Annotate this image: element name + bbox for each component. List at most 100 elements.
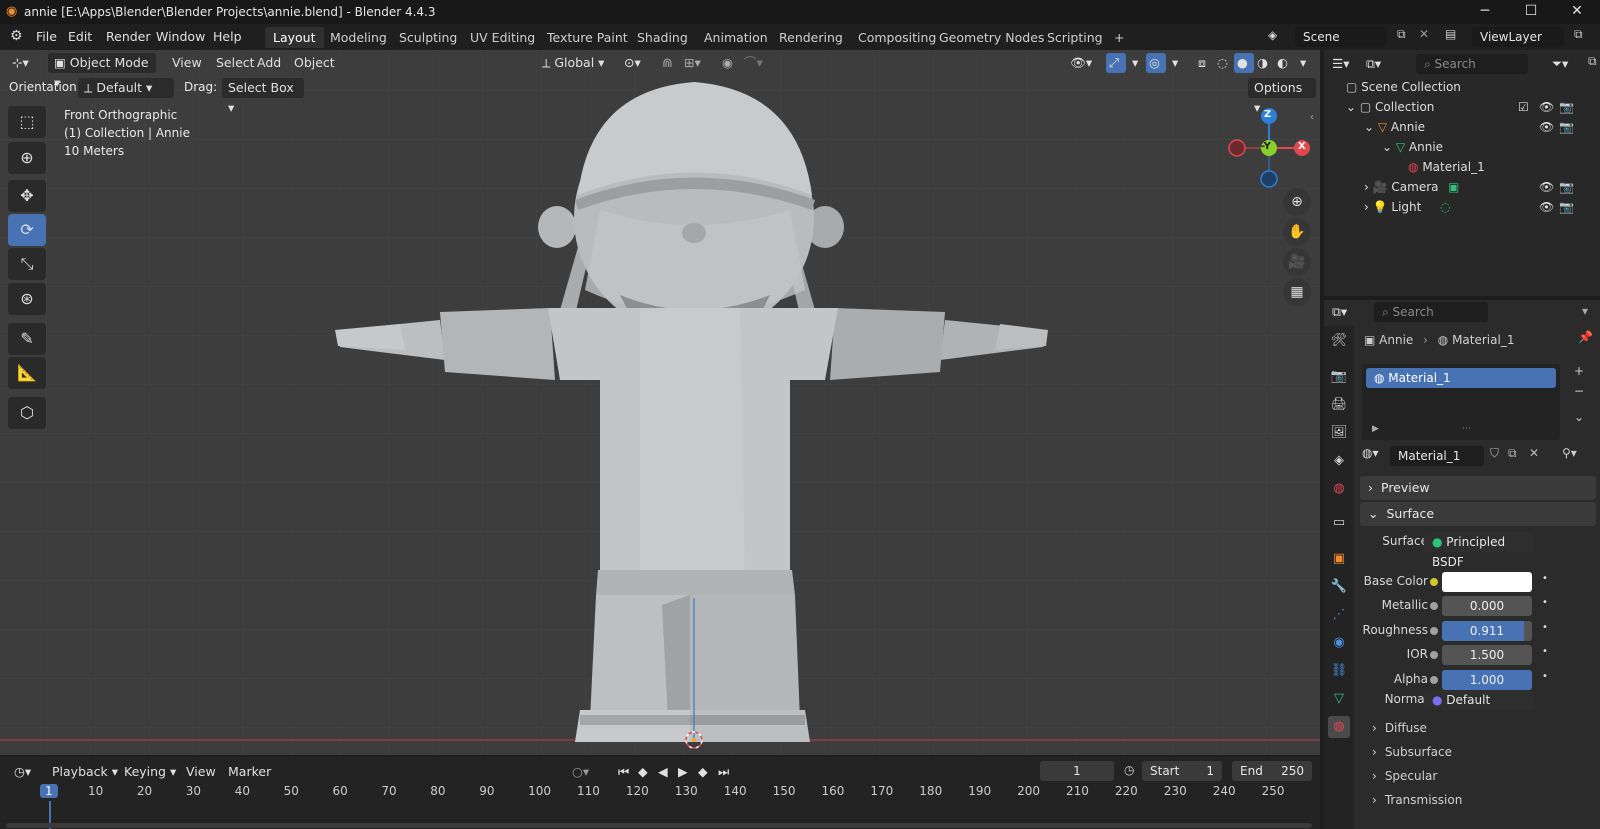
tab-modeling[interactable]: Modeling (322, 27, 395, 48)
visibility-eye-icon[interactable]: 👁 (1539, 117, 1554, 137)
outliner-row-light[interactable]: › 💡 Light ◌ 👁 📷 (1346, 197, 1596, 217)
scene-name-field[interactable]: Scene (1295, 27, 1387, 47)
tab-rendering[interactable]: Rendering (771, 27, 851, 48)
scale-tool[interactable]: ⤡ (8, 248, 46, 280)
pivot-point-icon[interactable]: ⊙▾ (618, 53, 647, 73)
specular-panel-header[interactable]: › Specular (1364, 764, 1437, 788)
material-name-field[interactable]: Material_1 (1390, 446, 1484, 466)
transform-tool[interactable]: ⊛ (8, 283, 46, 315)
new-collection-icon[interactable]: ⧉ (1588, 54, 1597, 69)
perspective-toggle-icon[interactable]: ▦ (1283, 278, 1311, 306)
surface-panel-header[interactable]: ⌄ Surface (1360, 502, 1596, 526)
ior-field[interactable]: 1.500 (1442, 645, 1532, 665)
render-tab-icon[interactable]: 📷 (1328, 366, 1350, 388)
light-data-icon[interactable]: ◌ (1440, 197, 1450, 217)
tab-layout[interactable]: Layout (265, 27, 324, 48)
material-slot-item[interactable]: ◍ Material_1 (1366, 368, 1556, 388)
snap-target-icon[interactable]: ⊞▾ (678, 53, 707, 73)
outliner-row-scene-collection[interactable]: ▢ Scene Collection (1346, 77, 1461, 97)
object-tab-icon[interactable]: ▣ (1328, 548, 1350, 570)
visibility-eye-icon[interactable]: 👁 (1539, 97, 1554, 117)
properties-search-input[interactable]: ⌕ Search (1374, 302, 1488, 322)
scene-tab-icon[interactable]: ◈ (1328, 450, 1350, 472)
viewport-menu-add[interactable]: Add (251, 53, 287, 73)
transform-orientation-dropdown[interactable]: ⟂ Global ▾ (536, 53, 610, 73)
visibility-eye-icon[interactable]: 👁 (1539, 197, 1554, 217)
outliner-row-annie-mesh[interactable]: ⌄ ▽ Annie (1346, 137, 1443, 157)
roughness-keyframe-icon[interactable]: • (1542, 622, 1548, 633)
preview-range-clock-icon[interactable]: ◷ (1124, 763, 1134, 777)
preview-panel-header[interactable]: › Preview (1360, 476, 1596, 500)
new-viewlayer-icon[interactable]: ⧉ (1574, 27, 1583, 42)
shading-solid-icon[interactable]: ● (1234, 53, 1254, 73)
tab-uv-editing[interactable]: UV Editing (462, 27, 543, 48)
orientation-dropdown[interactable]: ⟂ Default ▾ (78, 78, 174, 98)
outliner-editor-type-icon[interactable]: ☰▾ (1326, 54, 1355, 74)
blender-menu-icon[interactable]: ⚙ (10, 28, 23, 44)
current-frame-field[interactable]: 1 (1040, 761, 1114, 781)
properties-editor-type-icon[interactable]: ⧉▾ (1326, 302, 1353, 322)
alpha-keyframe-icon[interactable]: • (1542, 671, 1548, 682)
tab-sculpting[interactable]: Sculpting (391, 27, 465, 48)
timeline-menu-marker[interactable]: Marker (222, 762, 277, 782)
unlink-material-icon[interactable]: ✕ (1529, 446, 1539, 460)
link-type-icon[interactable]: ⚲▾ (1562, 446, 1577, 460)
slot-specials-icon[interactable]: ⌄ (1574, 410, 1584, 424)
browse-material-icon[interactable]: ◍▾ (1362, 446, 1379, 460)
object-mode-dropdown[interactable]: ▣ Object Mode ▾ (48, 53, 156, 90)
gizmo-toggle-icon[interactable]: ⤢ (1106, 53, 1126, 73)
base-color-keyframe-icon[interactable]: • (1542, 573, 1548, 584)
transmission-panel-header[interactable]: › Transmission (1364, 788, 1462, 812)
playhead-frame-label[interactable]: 1 (40, 784, 58, 798)
expand-chevron-icon[interactable]: › (1346, 180, 1373, 194)
remove-scene-icon[interactable]: ✕ (1419, 27, 1429, 41)
shading-wireframe-icon[interactable]: ◌ (1214, 53, 1234, 73)
outliner-row-material[interactable]: ◍ Material_1 (1346, 157, 1485, 177)
render-camera-icon[interactable]: 📷 (1559, 197, 1574, 217)
viewlayer-icon[interactable]: ▤ (1445, 27, 1456, 41)
tab-texture-paint[interactable]: Texture Paint (539, 27, 636, 48)
close-button[interactable]: ✕ (1554, 0, 1600, 24)
menu-help[interactable]: Help (207, 28, 248, 46)
tab-scripting[interactable]: Scripting (1039, 27, 1111, 48)
options-dropdown[interactable]: Options ▾ (1248, 78, 1316, 115)
render-camera-icon[interactable]: 📷 (1559, 117, 1574, 137)
shading-rendered-icon[interactable]: ◐ (1274, 53, 1294, 73)
minimize-button[interactable]: ─ (1462, 0, 1508, 24)
filter-icon[interactable]: ⏷▾ (1546, 54, 1574, 74)
add-cube-tool[interactable]: ⬡ (8, 397, 46, 429)
diffuse-panel-header[interactable]: › Diffuse (1364, 716, 1427, 740)
surface-shader-field[interactable]: ● Principled BSDF (1424, 532, 1534, 569)
annotate-tool[interactable]: ✎ (8, 323, 46, 355)
viewlayer-name-field[interactable]: ViewLayer (1472, 27, 1564, 47)
tab-geometry-nodes[interactable]: Geometry Nodes (931, 27, 1052, 48)
outliner-row-camera[interactable]: › 🎥 Camera ▣ 👁 📷 (1346, 177, 1596, 197)
visibility-icon[interactable]: 👁▾ (1064, 53, 1098, 73)
outliner-search-input[interactable]: ⌕ Search (1416, 54, 1528, 74)
new-scene-icon[interactable]: ⧉ (1397, 27, 1406, 42)
base-color-field[interactable] (1442, 572, 1532, 592)
expand-chevron-icon[interactable]: ⌄ (1346, 100, 1360, 114)
menu-window[interactable]: Window (150, 28, 211, 46)
rotate-tool[interactable]: ⟳ (8, 214, 46, 246)
zoom-icon[interactable]: ⊕ (1283, 188, 1311, 216)
menu-file[interactable]: File (30, 28, 63, 46)
jump-keyframe-back-icon[interactable]: ◆ (632, 762, 654, 782)
timeline-menu-view[interactable]: View (180, 762, 222, 782)
metallic-field[interactable]: 0.000 (1442, 596, 1532, 616)
shading-material-icon[interactable]: ◑ (1254, 53, 1274, 73)
tab-animation[interactable]: Animation (696, 27, 776, 48)
overlay-toggle-icon[interactable]: ◎ (1146, 53, 1166, 73)
material-tab-icon[interactable]: ◍ (1328, 716, 1350, 738)
gizmo-dropdown-icon[interactable]: ▾ (1126, 53, 1144, 73)
resize-grip-icon[interactable]: ⋯ (1462, 424, 1471, 434)
scene-icon[interactable]: ◈ (1268, 28, 1277, 42)
add-workspace-button[interactable]: + (1106, 27, 1132, 48)
measure-tool[interactable]: 📐 (8, 357, 46, 389)
3d-viewport[interactable]: Z -Y X ⊹▾ ▣ Object Mode ▾ View Select Ad… (0, 50, 1320, 755)
duplicate-material-icon[interactable]: ⧉ (1508, 446, 1517, 461)
timeline-editor-type-icon[interactable]: ◷▾ (8, 762, 37, 782)
auto-keying-icon[interactable]: ○▾ (566, 762, 595, 782)
roughness-field[interactable]: 0.911 (1442, 621, 1532, 641)
exclude-checkbox[interactable]: ☑ (1518, 97, 1529, 117)
